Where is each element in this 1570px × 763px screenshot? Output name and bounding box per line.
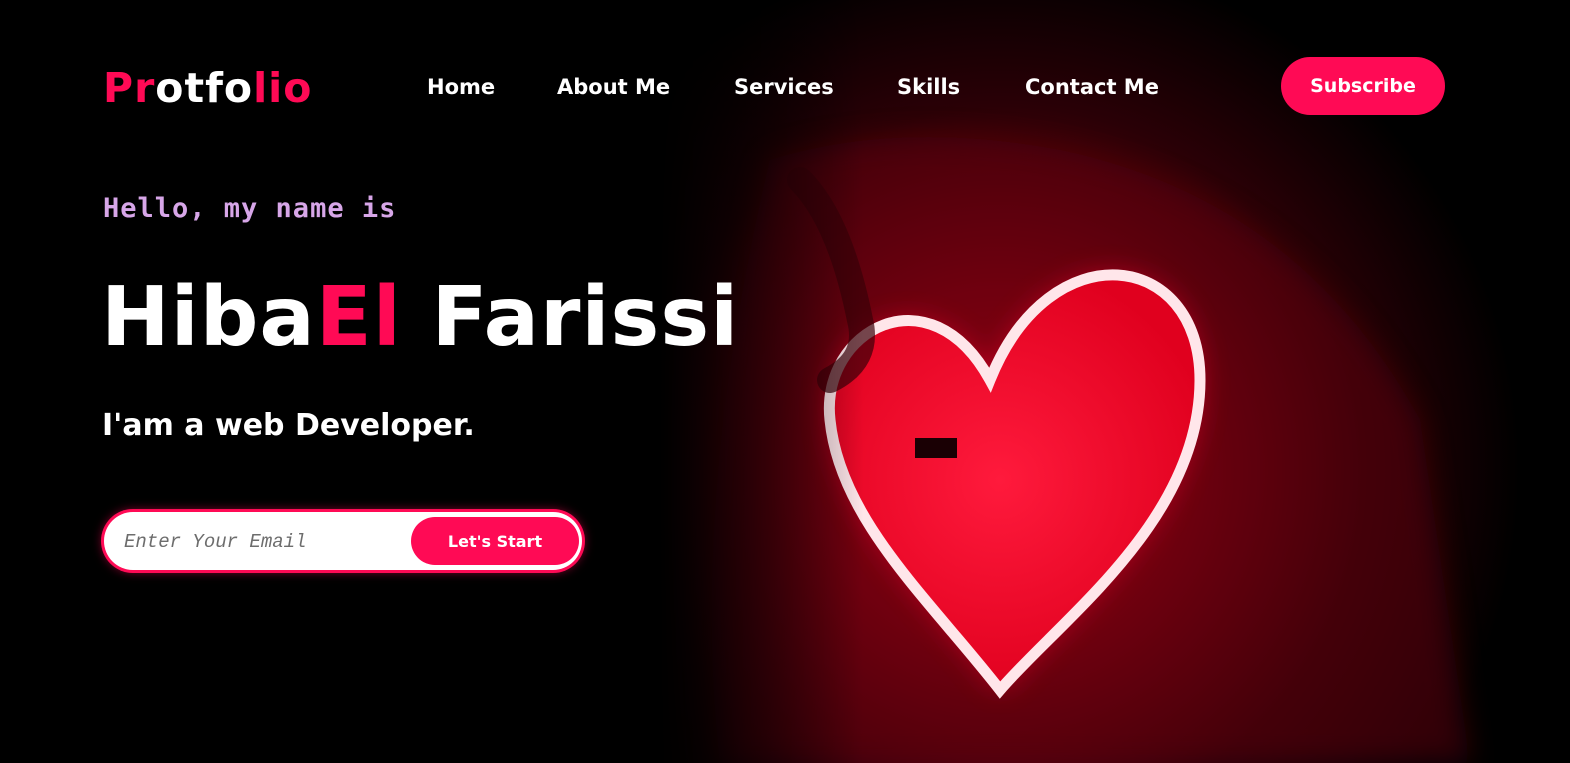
hero-name-highlight: El (315, 270, 402, 365)
hero-role: I'am a web Developer. (102, 408, 475, 443)
nav-link-home[interactable]: Home (427, 72, 495, 102)
nav-link-services[interactable]: Services (734, 72, 834, 102)
email-signup-form: Let's Start (104, 512, 582, 572)
hero-greeting: Hello, my name is (103, 193, 397, 224)
nav-link-about-me[interactable]: About Me (557, 72, 670, 102)
email-input[interactable] (122, 512, 406, 572)
navbar: Protfolio Home About Me Services Skills … (0, 0, 1570, 175)
nav-link-skills[interactable]: Skills (897, 72, 960, 102)
lets-start-button[interactable]: Let's Start (411, 517, 579, 565)
hero-name-last: Farissi (401, 270, 740, 365)
hero-name-first: Hiba (101, 270, 316, 365)
hero-name: HibaEl Farissi (101, 266, 739, 370)
nav-link-contact-me[interactable]: Contact Me (1025, 72, 1159, 102)
subscribe-button[interactable]: Subscribe (1281, 57, 1445, 115)
